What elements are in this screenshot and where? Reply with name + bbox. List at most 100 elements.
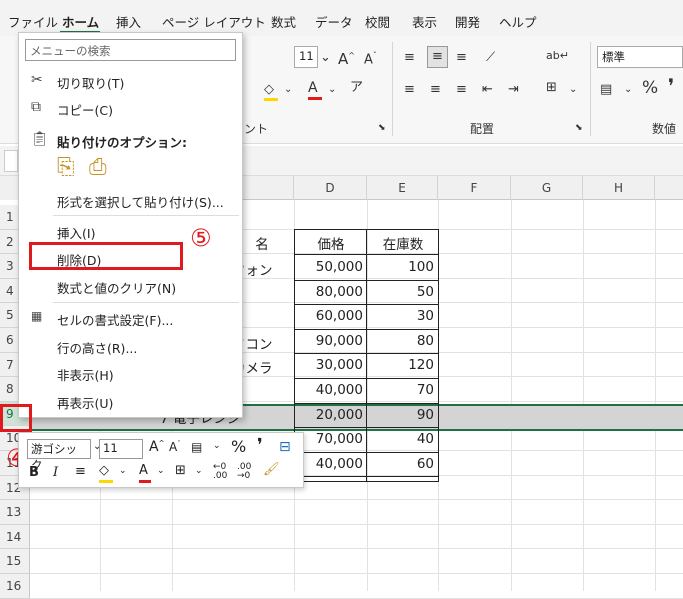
- number-format-box[interactable]: 標準: [597, 46, 683, 68]
- stock-cell[interactable]: 100: [369, 259, 437, 275]
- dialog-launcher-icon[interactable]: ⬊: [575, 120, 583, 136]
- align-center-icon[interactable]: ≡: [75, 464, 86, 479]
- tab-developer[interactable]: 開発: [455, 12, 480, 31]
- font-color-icon[interactable]: A: [139, 463, 151, 483]
- column-header-g[interactable]: G: [511, 176, 583, 200]
- row-header[interactable]: 14: [0, 524, 30, 550]
- stock-cell[interactable]: 40: [369, 431, 437, 447]
- grow-font-icon[interactable]: A^: [338, 48, 355, 67]
- decrease-indent-icon[interactable]: ⇤: [482, 82, 493, 98]
- tab-data[interactable]: データ: [315, 12, 353, 31]
- align-top-icon[interactable]: ≡: [404, 50, 415, 66]
- column-header-d[interactable]: D: [294, 176, 367, 200]
- header-stock-cell[interactable]: 在庫数: [369, 233, 437, 253]
- stock-cell[interactable]: 120: [369, 357, 437, 373]
- stock-cell[interactable]: 90: [369, 407, 437, 423]
- shrink-font-icon[interactable]: Aˇ: [364, 48, 377, 68]
- chevron-down-icon[interactable]: ⌄: [328, 82, 336, 98]
- align-center-icon[interactable]: ≡: [430, 82, 441, 98]
- menu-item-clear[interactable]: 数式と値のクリア(N): [19, 273, 242, 299]
- menu-item-row-height[interactable]: 行の高さ(R)...: [19, 333, 242, 359]
- format-painter-icon[interactable]: 🖌︎: [263, 462, 280, 477]
- tab-formulas[interactable]: 数式: [271, 12, 296, 31]
- shrink-font-icon[interactable]: Aˇ: [169, 440, 181, 454]
- phonetic-icon[interactable]: ア: [350, 80, 363, 96]
- price-cell[interactable]: 40,000: [296, 456, 366, 472]
- currency-icon[interactable]: ▤: [600, 82, 612, 98]
- comma-icon[interactable]: ❜: [257, 435, 263, 456]
- italic-icon[interactable]: I: [53, 465, 58, 480]
- chevron-down-icon[interactable]: ⌄: [320, 50, 331, 66]
- comma-icon[interactable]: ❜: [668, 76, 674, 96]
- price-cell[interactable]: 30,000: [296, 357, 366, 373]
- borders-icon[interactable]: ⊞: [175, 463, 186, 478]
- wrap-text-icon[interactable]: ab↵: [546, 48, 569, 64]
- menu-item-unhide[interactable]: 再表示(U): [19, 388, 242, 414]
- percent-icon[interactable]: %: [231, 437, 246, 456]
- row-header[interactable]: 16: [0, 574, 30, 599]
- stock-cell[interactable]: 50: [369, 284, 437, 300]
- menu-search-input[interactable]: メニューの検索: [25, 39, 236, 61]
- chevron-down-icon[interactable]: ⌄: [195, 466, 203, 476]
- bold-icon[interactable]: B: [29, 465, 39, 480]
- column-header-f[interactable]: F: [438, 176, 511, 200]
- chevron-down-icon[interactable]: ⌄: [213, 441, 221, 451]
- decrease-decimal-icon[interactable]: .00 →0: [237, 463, 251, 481]
- currency-icon[interactable]: ▤: [191, 440, 202, 454]
- increase-indent-icon[interactable]: ⇥: [508, 82, 519, 98]
- price-cell[interactable]: 90,000: [296, 333, 366, 349]
- tab-file[interactable]: ファイル: [8, 12, 58, 31]
- paste-values-icon[interactable]: ⎙: [89, 155, 113, 181]
- align-left-icon[interactable]: ≡: [404, 82, 415, 98]
- menu-item-cut[interactable]: ✂ 切り取り(T): [19, 68, 242, 94]
- menu-item-hide[interactable]: 非表示(H): [19, 360, 242, 386]
- tab-insert[interactable]: 挿入: [116, 12, 141, 31]
- paste-icon[interactable]: ⎘: [57, 155, 81, 181]
- header-price-cell[interactable]: 価格: [296, 233, 366, 253]
- column-header-e[interactable]: E: [367, 176, 438, 200]
- merge-center-icon[interactable]: ⊞: [546, 80, 557, 96]
- row-header[interactable]: 15: [0, 549, 30, 574]
- menu-item-format-cells[interactable]: ▦ セルの書式設定(F)...: [19, 305, 242, 331]
- stock-cell[interactable]: 80: [369, 333, 437, 349]
- align-right-icon[interactable]: ≡: [456, 82, 467, 98]
- stock-cell[interactable]: 70: [369, 382, 437, 398]
- grow-font-icon[interactable]: A^: [149, 439, 164, 455]
- price-cell[interactable]: 60,000: [296, 308, 366, 324]
- price-cell[interactable]: 80,000: [296, 284, 366, 300]
- menu-item-paste-special[interactable]: 形式を選択して貼り付け(S)...: [19, 187, 242, 213]
- column-header-h[interactable]: H: [583, 176, 655, 200]
- wrap-text-icon[interactable]: ⊟: [279, 439, 291, 455]
- align-bottom-icon[interactable]: ≡: [456, 50, 467, 66]
- tab-view[interactable]: 表示: [412, 12, 437, 31]
- price-cell[interactable]: 40,000: [296, 382, 366, 398]
- tab-page-layout[interactable]: ページ レイアウト: [162, 12, 266, 31]
- stock-cell[interactable]: 30: [369, 308, 437, 324]
- chevron-down-icon[interactable]: ⌄: [569, 82, 577, 98]
- dialog-launcher-icon[interactable]: ⬊: [378, 120, 386, 136]
- menu-item-copy[interactable]: ⧉ コピー(C): [19, 95, 242, 121]
- column-header[interactable]: [655, 176, 683, 200]
- mini-font-size-box[interactable]: 11: [99, 439, 143, 459]
- stock-cell[interactable]: 60: [369, 456, 437, 472]
- orientation-icon[interactable]: ⟋: [486, 50, 495, 66]
- row-header[interactable]: 13: [0, 500, 30, 525]
- name-box[interactable]: [4, 150, 18, 172]
- font-size-box[interactable]: 11: [294, 46, 318, 68]
- fill-color-icon[interactable]: ◇: [99, 463, 113, 483]
- chevron-down-icon[interactable]: ⌄: [624, 82, 632, 98]
- tab-help[interactable]: ヘルプ: [499, 12, 537, 31]
- mini-font-name-box[interactable]: 游ゴシック: [27, 439, 91, 472]
- percent-icon[interactable]: %: [642, 80, 658, 97]
- tab-review[interactable]: 校閲: [365, 12, 390, 31]
- price-cell[interactable]: 20,000: [296, 407, 366, 423]
- chevron-down-icon[interactable]: ⌄: [119, 466, 127, 476]
- align-middle-icon[interactable]: ≡: [427, 46, 448, 68]
- price-cell[interactable]: 50,000: [296, 259, 366, 275]
- chevron-down-icon[interactable]: ⌄: [284, 82, 292, 98]
- font-color-icon[interactable]: A: [308, 80, 322, 100]
- fill-color-icon[interactable]: ◇: [264, 82, 278, 101]
- price-cell[interactable]: 70,000: [296, 431, 366, 447]
- chevron-down-icon[interactable]: ⌄: [157, 466, 165, 476]
- increase-decimal-icon[interactable]: ←0.00: [213, 463, 227, 481]
